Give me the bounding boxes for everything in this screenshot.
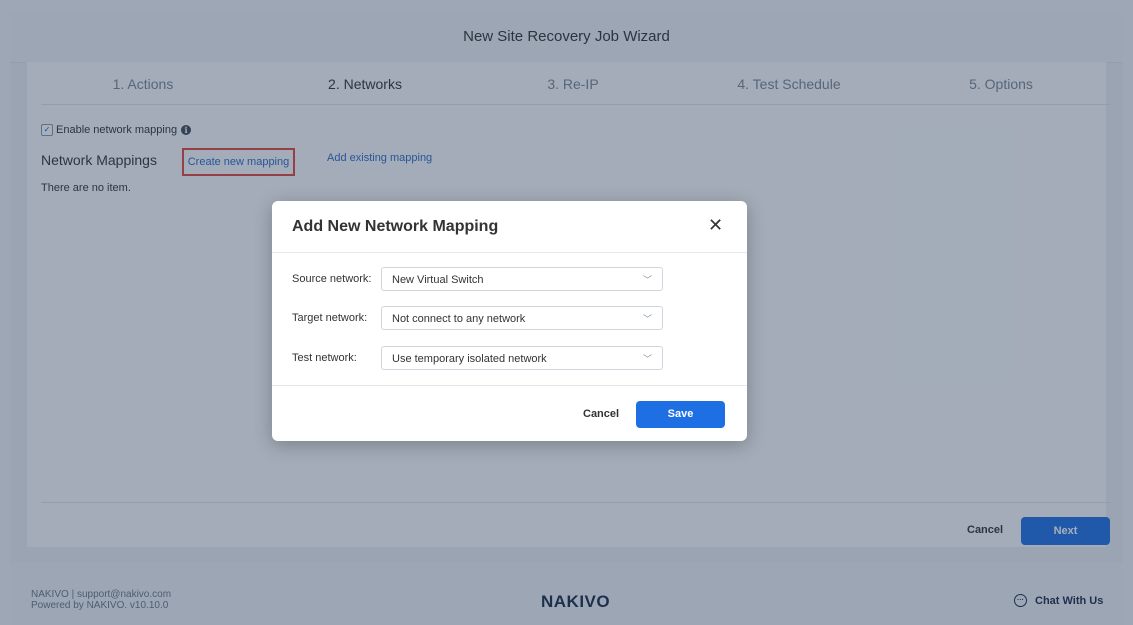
target-network-value: Not connect to any network (392, 313, 526, 325)
test-network-value: Use temporary isolated network (392, 353, 547, 365)
dialog-header-divider (272, 252, 747, 253)
dialog-title: Add New Network Mapping (292, 218, 499, 235)
source-network-value: New Virtual Switch (392, 274, 484, 286)
test-network-select[interactable]: Use temporary isolated network ﹀ (381, 346, 663, 370)
chevron-down-icon: ﹀ (642, 314, 652, 324)
target-network-select[interactable]: Not connect to any network ﹀ (381, 306, 663, 330)
dialog-save-button[interactable]: Save (636, 401, 725, 428)
source-network-label: Source network: (292, 273, 372, 285)
close-icon[interactable]: ✕ (708, 215, 723, 236)
add-network-mapping-dialog: Add New Network Mapping ✕ Source network… (272, 201, 747, 441)
chevron-down-icon: ﹀ (642, 354, 652, 364)
chevron-down-icon: ﹀ (642, 275, 652, 285)
test-network-label: Test network: (292, 352, 357, 364)
source-network-select[interactable]: New Virtual Switch ﹀ (381, 267, 663, 291)
dialog-cancel-button[interactable]: Cancel (583, 408, 619, 420)
target-network-label: Target network: (292, 312, 368, 324)
dialog-footer-divider (272, 385, 747, 386)
